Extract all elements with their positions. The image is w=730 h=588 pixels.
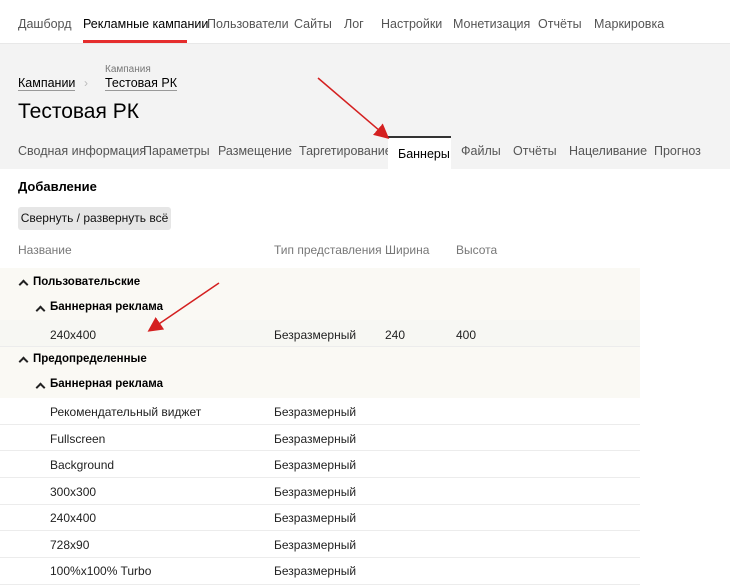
column-header-height: Высота [456,243,498,257]
tab-reports[interactable]: Отчёты [513,144,557,158]
nav-reports[interactable]: Отчёты [538,17,582,31]
cell-type: Безразмерный [274,405,357,419]
tab-targeting[interactable]: Таргетирование [299,144,392,158]
cell-name: Рекомендательный виджет [50,405,202,419]
nav-log[interactable]: Лог [344,17,364,31]
nav-users[interactable]: Пользователи [207,17,289,31]
cell-name: 300x300 [50,485,97,499]
tab-parameters[interactable]: Параметры [143,144,210,158]
cell-type: Безразмерный [274,564,357,578]
tab-placement[interactable]: Размещение [218,144,292,158]
nav-ad-campaigns[interactable]: Рекламные кампании [83,17,208,31]
column-header-width: Ширина [385,243,430,257]
cell-type: Безразмерный [274,328,357,342]
cell-type: Безразмерный [274,538,357,552]
section-title: Добавление [18,179,97,194]
cell-type: Безразмерный [274,511,357,525]
cell-name: Background [50,458,115,472]
collapse-expand-all-button[interactable]: Свернуть / развернуть всё [18,207,171,230]
tab-banners-label: Баннеры [398,147,450,161]
nav-dashboard[interactable]: Дашборд [18,17,72,31]
cell-name: 240x400 [50,511,97,525]
subgroup-title-banner[interactable]: Баннерная реклама [50,378,163,390]
cell-type: Безразмерный [274,458,357,472]
nav-sites[interactable]: Сайты [294,17,332,31]
tab-banners[interactable]: Баннеры [388,136,451,169]
cell-type: Безразмерный [274,485,357,499]
cell-width: 240 [385,328,406,342]
breadcrumb-current[interactable]: Тестовая РК [105,76,177,91]
cell-name: Fullscreen [50,432,106,446]
nav-active-underline [83,40,187,43]
breadcrumb-caption: Кампания [105,64,151,75]
tab-files[interactable]: Файлы [461,144,501,158]
group-title-predefined[interactable]: Предопределенные [33,353,147,365]
group-title-custom[interactable]: Пользовательские [33,276,140,288]
cell-type: Безразмерный [274,432,357,446]
breadcrumb-campaigns[interactable]: Кампании [18,76,76,91]
tab-summary[interactable]: Сводная информация [18,144,146,158]
cell-name: 728x90 [50,538,90,552]
column-header-name: Название [18,243,72,257]
subgroup-title-banner[interactable]: Баннерная реклама [50,301,163,313]
column-header-type: Тип представления [274,243,382,257]
breadcrumb-chevron-icon: › [84,76,88,90]
nav-monetization[interactable]: Монетизация [453,17,530,31]
nav-marking[interactable]: Маркировка [594,17,664,31]
nav-settings[interactable]: Настройки [381,17,442,31]
top-navigation: Дашборд Рекламные кампании Пользователи … [0,0,730,44]
tab-forecast[interactable]: Прогноз [654,144,701,158]
page-title: Тестовая РК [18,100,139,123]
cell-name: 240x400 [50,328,97,342]
cell-height: 400 [456,328,477,342]
tab-aiming[interactable]: Нацеливание [569,144,647,158]
cell-name: 100%x100% Turbo [50,564,152,578]
